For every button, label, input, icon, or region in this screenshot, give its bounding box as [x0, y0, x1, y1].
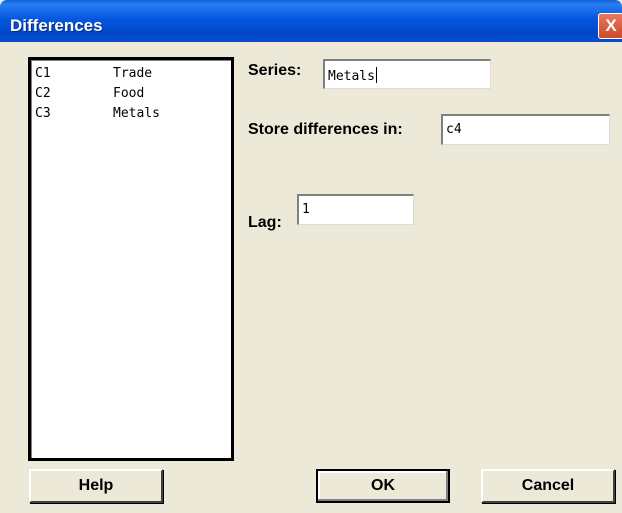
ok-button[interactable]: OK	[316, 469, 450, 503]
differences-dialog: Differences X C1 Trade C2 Food C3 Metals…	[0, 0, 622, 513]
lag-label: Lag:	[248, 214, 282, 231]
variable-list[interactable]: C1 Trade C2 Food C3 Metals	[28, 57, 234, 461]
title-bar[interactable]: Differences X	[0, 0, 622, 42]
series-input[interactable]: Metals	[323, 59, 491, 89]
store-differences-value: c4	[446, 122, 462, 137]
variable-name: Metals	[113, 106, 160, 121]
lag-value: 1	[302, 202, 310, 217]
cancel-button[interactable]: Cancel	[481, 469, 615, 503]
variable-column-id: C2	[35, 86, 51, 101]
close-icon: X	[605, 16, 617, 35]
close-button[interactable]: X	[598, 13, 622, 39]
variable-column-id: C3	[35, 106, 51, 121]
text-caret	[375, 67, 377, 83]
store-differences-input[interactable]: c4	[441, 114, 610, 145]
series-value: Metals	[328, 69, 375, 84]
help-button[interactable]: Help	[29, 469, 163, 503]
series-label: Series:	[248, 62, 302, 79]
lag-input[interactable]: 1	[297, 194, 414, 225]
variable-name: Trade	[113, 66, 153, 81]
window-title: Differences	[10, 16, 103, 35]
variable-column-id: C1	[35, 66, 51, 81]
store-differences-label: Store differences in:	[248, 121, 403, 138]
variable-name: Food	[113, 86, 145, 101]
